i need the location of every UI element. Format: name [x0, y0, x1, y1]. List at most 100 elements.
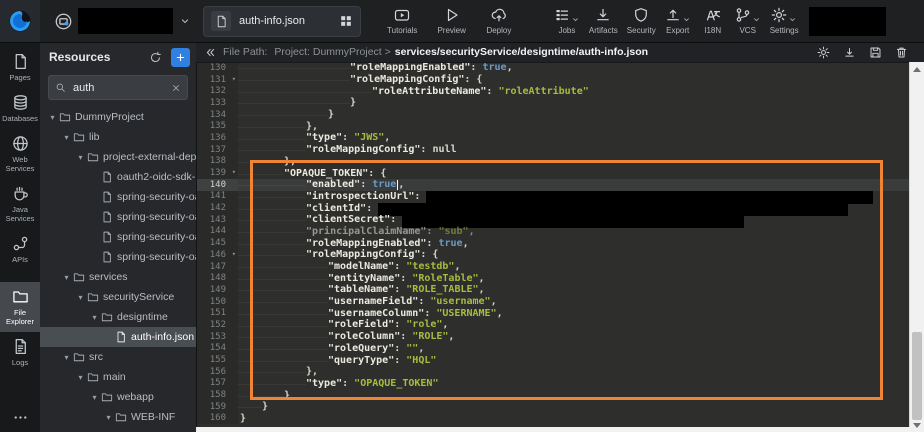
code-line-137[interactable]: 137"roleMappingConfig": null [196, 144, 910, 156]
code-line-151[interactable]: 151"usernameColumn": "USERNAME", [196, 307, 910, 319]
download-file-icon[interactable] [843, 46, 856, 59]
code-line-133[interactable]: 133} [196, 97, 910, 109]
code-line-154[interactable]: 154"roleQuery": "", [196, 343, 910, 355]
scroll-down-arrow-icon[interactable] [913, 423, 921, 428]
code-line-140[interactable]: 140"enabled": true, [196, 179, 910, 191]
code-line-157[interactable]: 157"type": "OPAQUE_TOKEN" [196, 378, 910, 390]
sidebar-item-file-explorer[interactable]: File Explorer [0, 282, 40, 332]
code-line-136[interactable]: 136"type": "JWS", [196, 132, 910, 144]
code-line-158[interactable]: 158} [196, 389, 910, 401]
topbar-artifacts-button[interactable]: Artifacts [589, 7, 618, 35]
topbar-export-button[interactable]: Export [665, 7, 691, 35]
tree-item-spring-security-oau[interactable]: spring-security-oau [40, 207, 196, 227]
tree-item-spring-security-oau[interactable]: spring-security-oau [40, 247, 196, 267]
code-line-159[interactable]: 159} [196, 401, 910, 413]
topbar-settings-button[interactable]: Settings [770, 7, 799, 35]
code-viewport[interactable]: 130"roleMappingEnabled": true,131▾"roleM… [196, 62, 910, 427]
expand-arrow-icon[interactable]: ▾ [90, 393, 99, 402]
chevron-down-icon[interactable] [682, 15, 691, 24]
tree-item-web-inf[interactable]: ▾WEB-INF [40, 407, 196, 427]
add-resource-button[interactable] [171, 48, 190, 67]
expand-arrow-icon[interactable]: ▾ [62, 273, 71, 282]
code-line-150[interactable]: 150"usernameField": "username", [196, 296, 910, 308]
code-line-147[interactable]: 147"modelName": "testdb", [196, 261, 910, 273]
chevron-down-icon[interactable] [179, 15, 191, 27]
expand-arrow-icon[interactable]: ▾ [76, 153, 85, 162]
fold-arrow-icon[interactable]: ▾ [232, 167, 236, 179]
scroll-up-arrow-icon[interactable] [913, 67, 921, 72]
topbar-jobs-button[interactable]: Jobs [554, 7, 580, 35]
fold-arrow-icon[interactable]: ▾ [232, 74, 236, 86]
code-line-149[interactable]: 149"tableName": "ROLE_TABLE", [196, 284, 910, 296]
topbar-security-button[interactable]: Security [627, 7, 656, 35]
code-line-131[interactable]: 131▾"roleMappingConfig": { [196, 74, 910, 86]
tree-item-auth-info-json[interactable]: auth-info.json [40, 327, 196, 347]
fold-arrow-icon[interactable]: ▾ [232, 249, 236, 261]
tree-item-src[interactable]: ▾src [40, 347, 196, 367]
topbar-vcs-button[interactable]: VCS [735, 7, 761, 35]
code-line-148[interactable]: 148"entityName": "RoleTable", [196, 272, 910, 284]
sidebar-item-logs[interactable]: Logs [0, 332, 40, 373]
code-line-130[interactable]: 130"roleMappingEnabled": true, [196, 62, 910, 74]
tree-item-services[interactable]: ▾services [40, 267, 196, 287]
delete-file-icon[interactable] [895, 46, 908, 59]
code-line-135[interactable]: 135}, [196, 120, 910, 132]
expand-arrow-icon[interactable]: ▾ [62, 353, 71, 362]
tree-item-spring-security-oau[interactable]: spring-security-oau [40, 187, 196, 207]
vertical-scrollbar[interactable] [909, 62, 924, 432]
horizontal-scrollbar[interactable] [196, 427, 910, 432]
tree-item-spring-security-oau[interactable]: spring-security-oau [40, 227, 196, 247]
code-line-160[interactable]: 160} [196, 413, 910, 425]
code-line-132[interactable]: 132"roleAttributeName": "roleAttribute" [196, 85, 910, 97]
tree-item-securityservice[interactable]: ▾securityService [40, 287, 196, 307]
sidebar-item-java-services[interactable]: Java Services [0, 179, 40, 229]
tree-item-designtime[interactable]: ▾designtime [40, 307, 196, 327]
clear-search-icon[interactable] [171, 83, 181, 93]
expand-arrow-icon[interactable]: ▾ [76, 373, 85, 382]
account-area-redacted[interactable] [809, 7, 886, 36]
code-line-146[interactable]: 146▾"roleMappingConfig": { [196, 249, 910, 261]
code-line-134[interactable]: 134} [196, 109, 910, 121]
sidebar-item-more[interactable] [0, 403, 40, 432]
code-line-138[interactable]: 138}, [196, 156, 910, 168]
collapse-panel-icon[interactable] [205, 47, 216, 58]
file-settings-gear-icon[interactable] [817, 46, 830, 59]
tree-item-lib[interactable]: ▾lib [40, 427, 196, 432]
topbar-tutorials-button[interactable]: Tutorials [387, 7, 417, 35]
sidebar-item-pages[interactable]: Pages [0, 47, 40, 88]
sidebar-item-apis[interactable]: APIs [0, 229, 40, 270]
expand-arrow-icon[interactable]: ▾ [48, 113, 57, 122]
code-line-141[interactable]: 141"introspectionUrl": [196, 191, 910, 203]
chevron-down-icon[interactable] [571, 15, 580, 24]
code-line-145[interactable]: 145"roleMappingEnabled": true, [196, 237, 910, 249]
tree-item-project-external-depend[interactable]: ▾project-external-depend [40, 147, 196, 167]
sidebar-item-databases[interactable]: Databases [0, 88, 40, 129]
tree-item-webapp[interactable]: ▾webapp [40, 387, 196, 407]
topbar-deploy-button[interactable]: Deploy [486, 7, 512, 35]
topbar-i18n-button[interactable]: I18N [700, 7, 726, 35]
tree-item-main[interactable]: ▾main [40, 367, 196, 387]
sidebar-item-web-services[interactable]: Web Services [0, 129, 40, 179]
grid-icon[interactable] [339, 14, 353, 28]
scrollbar-thumb[interactable] [912, 332, 922, 420]
tree-item-oauth2-oidc-sdk-10[interactable]: oauth2-oidc-sdk-10 [40, 167, 196, 187]
topbar-preview-button[interactable]: Preview [437, 7, 465, 35]
expand-arrow-icon[interactable]: ▾ [62, 133, 71, 142]
expand-arrow-icon[interactable]: ▾ [76, 293, 85, 302]
refresh-icon[interactable] [149, 51, 162, 64]
code-line-139[interactable]: 139▾"OPAQUE_TOKEN": { [196, 167, 910, 179]
code-line-142[interactable]: 142"clientId": [196, 202, 910, 214]
code-line-155[interactable]: 155"queryType": "HQL" [196, 354, 910, 366]
tree-item-lib[interactable]: ▾lib [40, 127, 196, 147]
code-line-153[interactable]: 153"roleColumn": "ROLE", [196, 331, 910, 343]
project-selector[interactable] [55, 8, 191, 34]
open-file-tab[interactable]: auth-info.json [203, 6, 361, 37]
save-file-icon[interactable] [869, 46, 882, 59]
expand-arrow-icon[interactable]: ▾ [90, 313, 99, 322]
chevron-down-icon[interactable] [752, 15, 761, 24]
chevron-down-icon[interactable] [788, 15, 797, 24]
tree-item-dummyproject[interactable]: ▾DummyProject [40, 107, 196, 127]
resource-search-input[interactable] [71, 81, 166, 95]
app-logo[interactable] [0, 0, 40, 42]
code-line-152[interactable]: 152"roleField": "role", [196, 319, 910, 331]
